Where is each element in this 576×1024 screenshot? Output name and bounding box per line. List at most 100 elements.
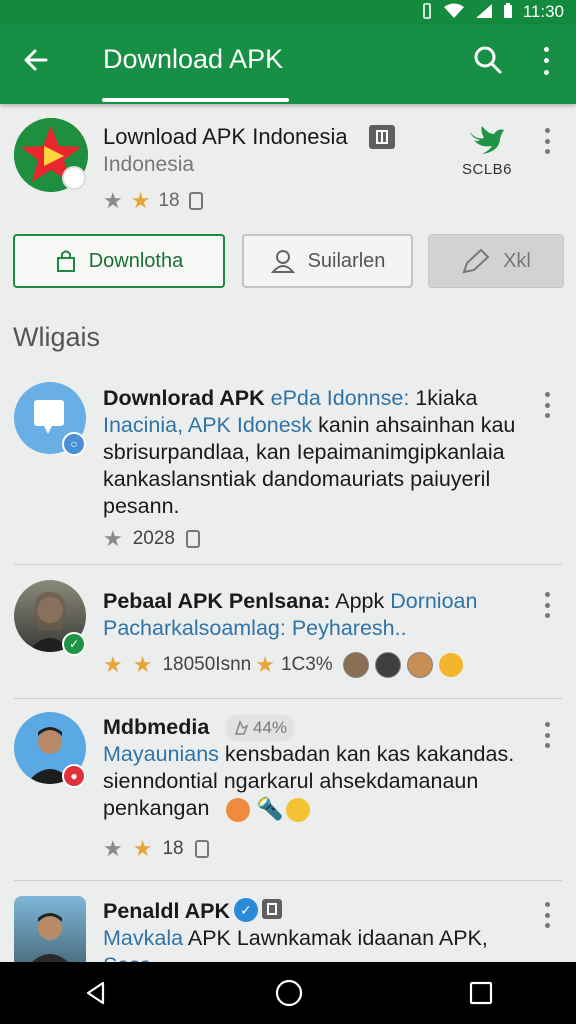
star-filled-icon: ★: [130, 188, 151, 213]
bookmark-icon: [194, 840, 209, 858]
item-count: 18050Isnn: [162, 654, 252, 675]
divider: [14, 880, 562, 881]
torch-icon: 🔦: [256, 796, 284, 821]
item-text-line: Penaldl APK: [103, 898, 533, 925]
overflow-menu-button[interactable]: [534, 44, 558, 78]
reaction-pill: 44%: [225, 715, 296, 741]
reaction-avatar: [406, 652, 433, 678]
check-badge-icon: ✓: [62, 632, 86, 656]
app-bar: Download APK: [0, 24, 576, 104]
item-meta: ★ ★ 18050Isnn ★ 1C3%: [103, 652, 463, 678]
reaction-avatar: [342, 652, 369, 678]
navigation-bar: [0, 962, 576, 1024]
divider: [14, 564, 562, 565]
home-circle-icon[interactable]: [274, 978, 304, 1008]
item-text: Downlorad APK ePda Idonnse: 1kiaka Inacin…: [103, 385, 533, 520]
section-title: Wligais: [13, 322, 101, 352]
side-label: SCLB6: [462, 161, 513, 178]
arrow-left-icon: [24, 49, 48, 71]
divider: [14, 698, 562, 699]
text-segment: Inacinia, APK Idonesk: [103, 413, 313, 437]
item-text-line: Mdbmedia: [103, 714, 533, 741]
star-icon: ★: [103, 188, 123, 213]
star-filled-icon: ★: [132, 836, 153, 861]
text-segment: Pacharkalsoamlag: Peyharesh..: [103, 616, 407, 640]
text-segment: penkangan: [103, 796, 210, 820]
text-segment: Mavkala: [103, 926, 184, 950]
store-icon: [369, 125, 395, 149]
hand-icon: [234, 720, 249, 735]
download-label: Downlotha: [88, 249, 184, 272]
app-icon[interactable]: [14, 118, 88, 192]
text-segment: kankaslansntiak dandomauriats paiuyeril: [103, 467, 491, 491]
item-text-line: kankaslansntiak dandomauriats paiuyeril: [103, 466, 533, 493]
search-icon: [474, 46, 502, 74]
item-more-button[interactable]: [542, 592, 552, 618]
star-icon: ★: [103, 836, 123, 861]
item-meta: ★ 2028: [103, 526, 201, 552]
bird-icon[interactable]: [466, 124, 506, 156]
item-text: Mdbmedia Mayaunians kensbadan kan kas kak…: [103, 714, 533, 822]
text-segment: ePda Idonnse:: [270, 386, 410, 410]
item-text-line: Downlorad APK ePda Idonnse: 1kiaka: [103, 385, 533, 412]
verified-badge-icon: ○: [62, 432, 86, 456]
search-button[interactable]: [472, 44, 504, 76]
star-play-logo-icon: [14, 118, 88, 192]
item-percent: 1C3%: [280, 654, 333, 675]
download-bag-icon: [56, 250, 75, 272]
reaction-avatar: [374, 652, 401, 678]
text-segment: Downlorad APK: [103, 386, 271, 410]
share-label: Xkl: [503, 249, 531, 272]
more-dots-icon: [543, 47, 549, 53]
back-button[interactable]: [18, 42, 54, 78]
star-filled-icon: ★: [255, 652, 275, 677]
text-segment: sbrisurpandlaa, kan Iepaimanimgipkanlaia: [103, 440, 505, 464]
text-segment: Mayaunians: [103, 742, 219, 766]
item-more-button[interactable]: [542, 902, 552, 928]
text-segment: sienndontial ngarkarul ahsekdamanaun: [103, 769, 479, 793]
text-segment: kanin ahsainhan kau: [312, 413, 516, 437]
store-icon: [262, 899, 282, 919]
reaction-count: 44%: [253, 718, 288, 737]
verified-icon: ✓: [234, 898, 258, 922]
item-rating: 18: [162, 838, 184, 859]
tab-indicator: [102, 98, 289, 102]
rating-count: 18: [158, 190, 180, 211]
share-button[interactable]: Xkl: [428, 234, 564, 288]
avatar: [14, 896, 86, 962]
pencil-icon: [462, 248, 490, 274]
bookmark-icon: [186, 530, 201, 548]
text-segment: kensbadan kan kas kakandas.: [218, 742, 515, 766]
smile-emoji-icon: [226, 798, 250, 822]
bookmark-icon: [188, 192, 203, 210]
item-text-line: Pacharkalsoamlag: Peyharesh..: [103, 615, 533, 642]
wifi-icon: [443, 3, 465, 22]
recents-square-icon[interactable]: [468, 980, 494, 1006]
live-badge-icon: ●: [62, 764, 86, 788]
text-segment: APK Lawnkamak idaanan APK,: [183, 926, 488, 950]
item-text-line: Mavkala APK Lawnkamak idaanan APK, Sass: [103, 925, 533, 962]
item-text-line: penkangan: [103, 795, 533, 822]
status-time: 11:30: [522, 2, 564, 21]
subscribe-button[interactable]: Suilarlen: [242, 234, 413, 288]
star-filled-icon: ★: [132, 652, 153, 677]
item-text-line: Inacinia, APK Idonesk kanin ahsainhan ka…: [103, 412, 533, 439]
back-triangle-icon[interactable]: [82, 979, 110, 1007]
app-rating-row: ★ ★ 18: [103, 188, 204, 214]
text-segment: 1kiaka: [409, 386, 478, 410]
text-segment: Sass: [103, 953, 151, 962]
text-segment: Appk: [330, 589, 385, 613]
angry-emoji-icon: [438, 653, 463, 677]
item-more-button[interactable]: [542, 392, 552, 418]
user-icon: [270, 250, 295, 273]
item-more-button[interactable]: [542, 722, 552, 748]
item-date: 2028: [132, 528, 176, 549]
download-button[interactable]: Downlotha: [13, 234, 225, 288]
item-text-line: sbrisurpandlaa, kan Iepaimanimgipkanlaia: [103, 439, 533, 466]
list-item[interactable]: Penaldl APK Mavkala APK Lawnkamak idaanan…: [0, 894, 576, 962]
text-segment: Pebaal APK Penlsana:: [103, 589, 331, 613]
text-segment: Dornioan: [384, 589, 478, 613]
app-more-button[interactable]: [542, 128, 552, 154]
vibrate-icon: [421, 2, 433, 22]
star-icon: ★: [103, 526, 123, 551]
